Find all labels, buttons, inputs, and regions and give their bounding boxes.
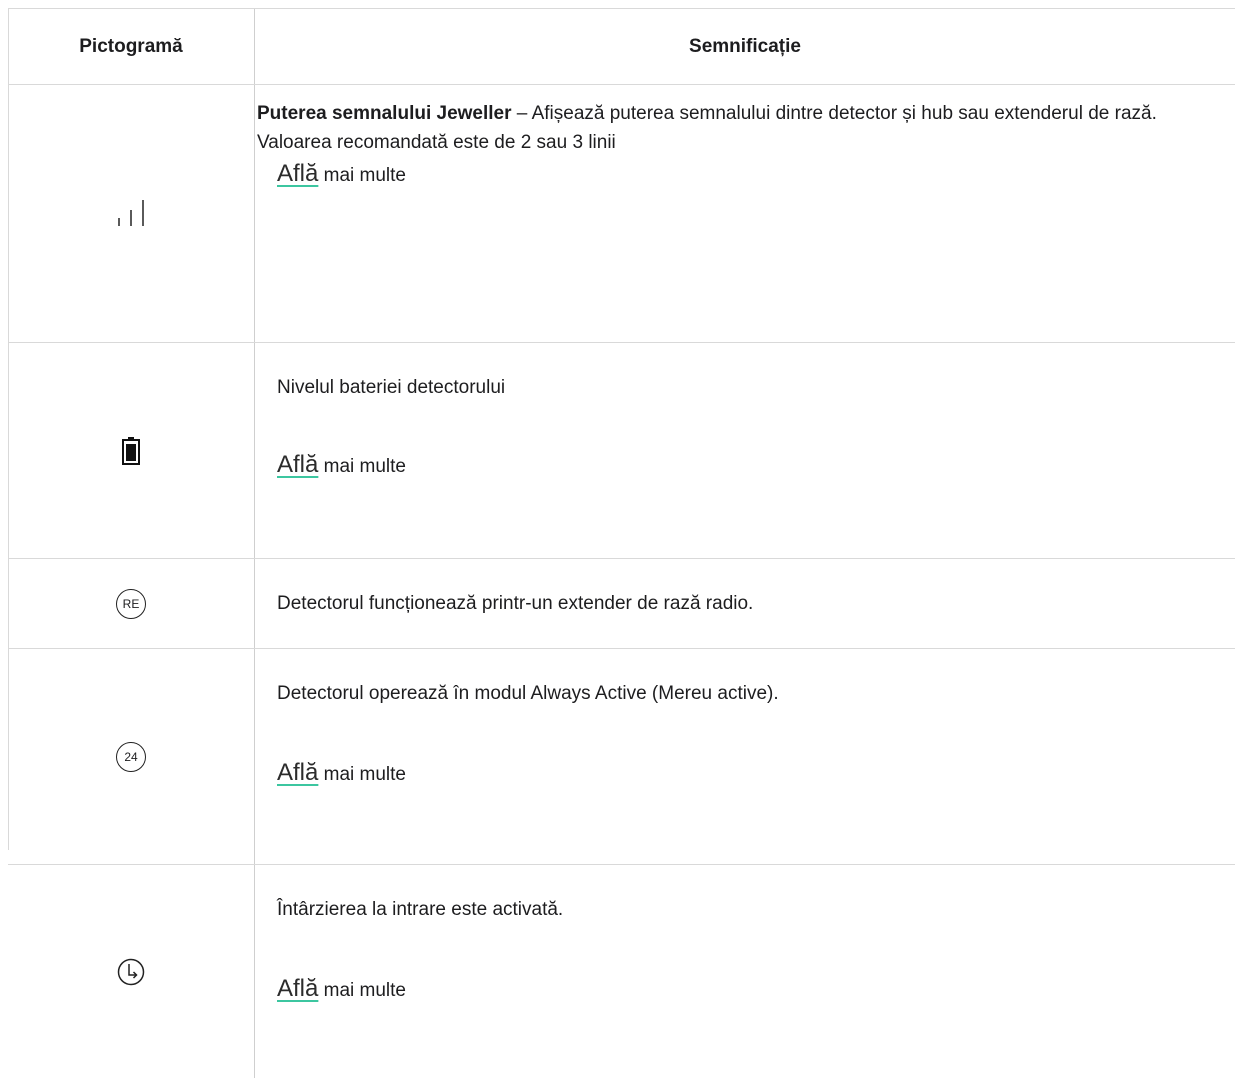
re-icon-label: RE xyxy=(116,589,146,619)
battery-icon xyxy=(8,343,254,559)
table-row: Nivelul bateriei detectorului Află mai m… xyxy=(8,342,1235,559)
row-meaning: Detectorul operează în modul Always Acti… xyxy=(257,679,1235,789)
table-row: RE Detectorul funcționează printr-un ext… xyxy=(8,558,1235,649)
entry-delay-description: Întârzierea la intrare este activată. xyxy=(277,899,564,920)
clock-entry-delay-icon xyxy=(8,865,254,1079)
signal-strength-icon xyxy=(8,85,254,343)
row-meaning: Puterea semnalului Jeweller – Afișează p… xyxy=(257,99,1235,190)
table-header-row: Pictogramă Semnificație xyxy=(8,8,1235,85)
table-row: 24 Detectorul operează în modul Always A… xyxy=(8,648,1235,865)
learn-more-suffix: mai multe xyxy=(318,980,406,1001)
24-icon-label: 24 xyxy=(116,742,146,772)
learn-more-suffix: mai multe xyxy=(318,456,406,477)
battery-description: Nivelul bateriei detectorului xyxy=(277,377,506,398)
learn-more-link[interactable]: Află xyxy=(277,759,318,786)
table-row: Întârzierea la intrare este activată. Af… xyxy=(8,864,1235,1079)
learn-more-link[interactable]: Află xyxy=(277,975,318,1002)
signal-title: Puterea semnalului Jeweller xyxy=(257,103,512,124)
learn-more-link[interactable]: Află xyxy=(277,160,318,187)
row-meaning: Nivelul bateriei detectorului Află mai m… xyxy=(257,373,1235,481)
learn-more-suffix: mai multe xyxy=(318,764,406,785)
row-meaning: Întârzierea la intrare este activată. Af… xyxy=(257,895,1235,1005)
learn-more-suffix: mai multe xyxy=(318,165,406,186)
learn-more-link[interactable]: Află xyxy=(277,451,318,478)
24-circle-icon: 24 xyxy=(8,649,254,865)
re-circle-icon: RE xyxy=(8,559,254,649)
header-semnificatie: Semnificație xyxy=(689,36,801,57)
header-pictograma: Pictogramă xyxy=(79,36,183,57)
re-description: Detectorul funcționează printr-un extend… xyxy=(277,593,754,614)
table-row: Puterea semnalului Jeweller – Afișează p… xyxy=(8,84,1235,343)
always-active-description: Detectorul operează în modul Always Acti… xyxy=(277,683,779,704)
